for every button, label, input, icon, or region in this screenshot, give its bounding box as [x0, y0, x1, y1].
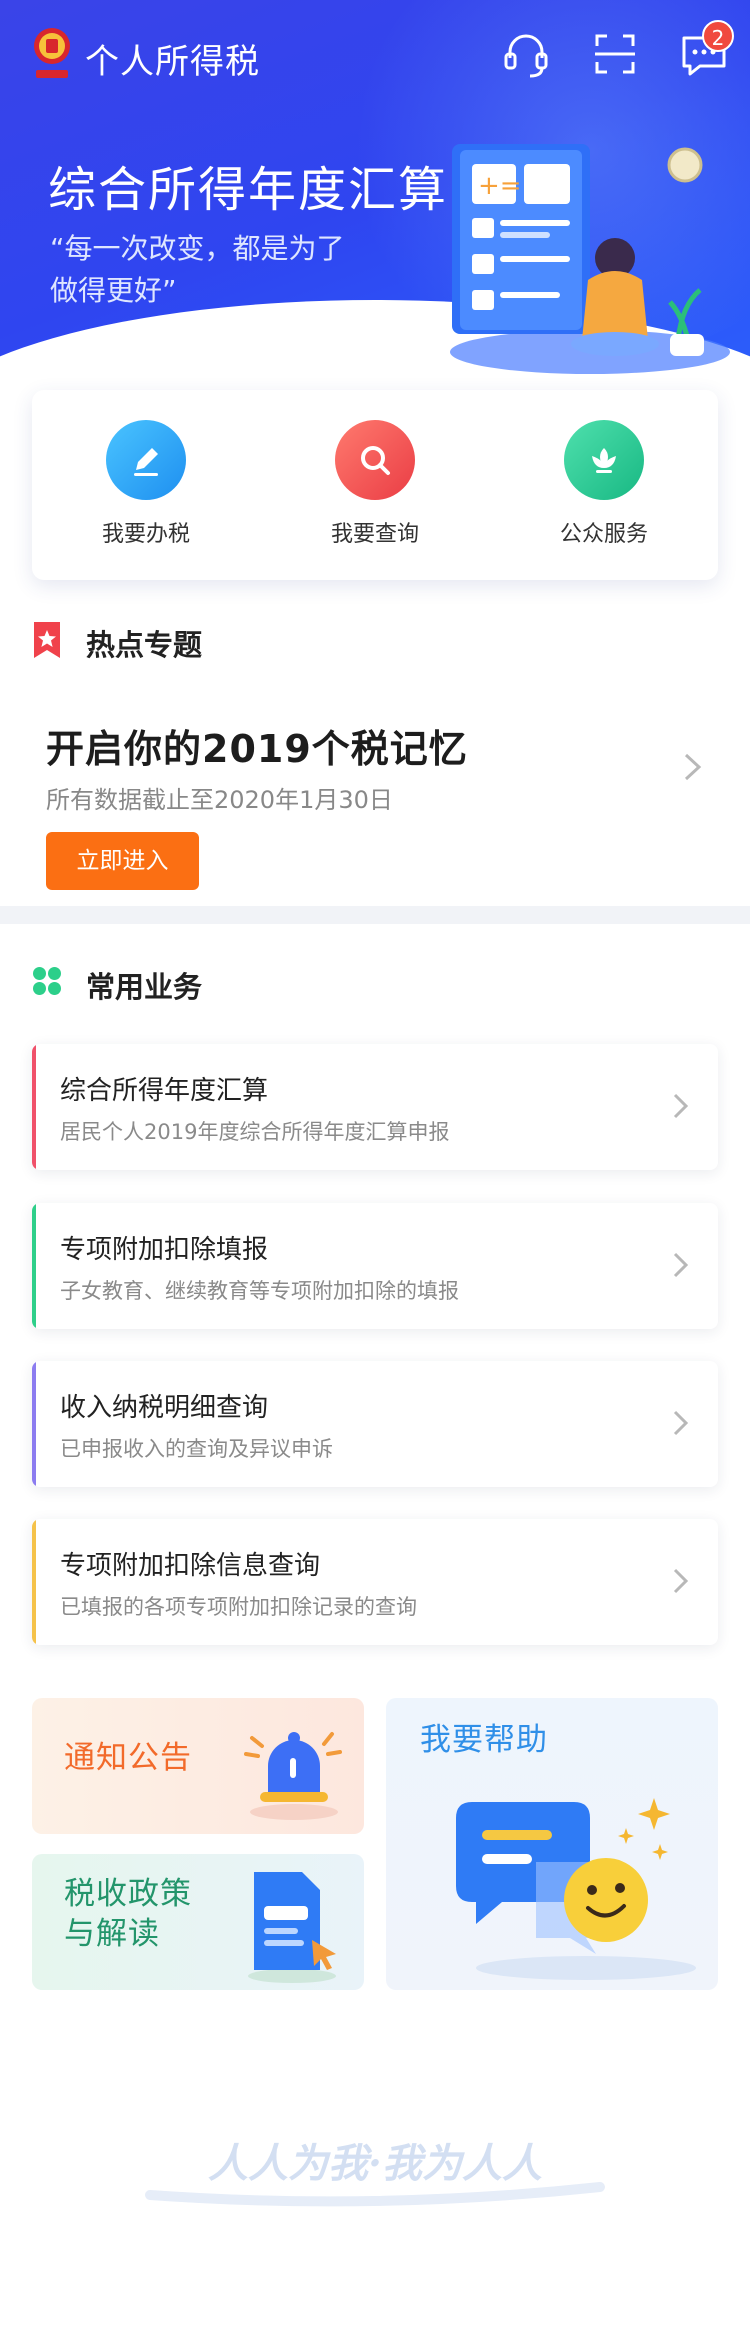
business-item-title: 专项附加扣除填报 — [60, 1235, 269, 1265]
tax-form-illustration: += — [450, 144, 730, 374]
bookmark-star-icon — [34, 622, 60, 658]
business-item-income-tax-query[interactable]: 收入纳税明细查询 已申报收入的查询及异议申诉 — [32, 1361, 718, 1487]
chevron-right-icon — [673, 1568, 689, 1594]
carousel-dot[interactable] — [110, 356, 122, 369]
carousel-dot[interactable] — [132, 356, 144, 369]
tax-policy-tile[interactable]: 税收政策 与解读 — [32, 1854, 364, 1990]
customer-service-icon[interactable] — [498, 26, 554, 82]
accent-bar — [32, 1044, 36, 1170]
quick-action-label: 公众服务 — [559, 522, 648, 547]
quick-action-public-service[interactable]: 公众服务 — [504, 420, 704, 560]
section-title-hot-topics: 热点专题 — [86, 628, 203, 662]
business-item-title: 收入纳税明细查询 — [60, 1393, 269, 1423]
help-tile-title: 我要帮助 — [420, 1722, 548, 1758]
chevron-right-icon — [673, 1093, 689, 1119]
bell-icon — [244, 1732, 342, 1820]
scan-icon[interactable] — [587, 26, 643, 82]
hot-topic-title: 开启你的2019个税记忆 — [46, 727, 468, 771]
hot-topic-subtitle: 所有数据截止至2020年1月30日 — [46, 786, 393, 814]
business-item-desc: 子女教育、继续教育等专项附加扣除的填报 — [60, 1279, 459, 1303]
svg-text:+=: += — [478, 171, 522, 201]
carousel-dot[interactable] — [88, 356, 100, 369]
banner-title: 综合所得年度汇算 — [48, 162, 449, 218]
business-item-special-deduction-filing[interactable]: 专项附加扣除填报 子女教育、继续教育等专项附加扣除的填报 — [32, 1203, 718, 1329]
footer-slogan: 人人为我·我为人人 — [145, 2140, 605, 2207]
quick-action-label: 我要查询 — [330, 522, 419, 547]
accent-bar — [32, 1361, 36, 1487]
tax-policy-tile-title-line1: 税收政策 — [64, 1876, 192, 1912]
notice-tile-title: 通知公告 — [64, 1740, 192, 1776]
business-item-deduction-info-query[interactable]: 专项附加扣除信息查询 已填报的各项专项附加扣除记录的查询 — [32, 1519, 718, 1645]
grid-icon — [33, 967, 61, 995]
quick-action-query[interactable]: 我要查询 — [275, 420, 475, 560]
enter-now-button[interactable]: 立即进入 — [46, 832, 199, 890]
business-item-desc: 已申报收入的查询及异议申诉 — [60, 1437, 333, 1461]
business-item-annual-settlement[interactable]: 综合所得年度汇算 居民个人2019年度综合所得年度汇算申报 — [32, 1044, 718, 1170]
accent-bar — [32, 1203, 36, 1329]
business-item-desc: 居民个人2019年度综合所得年度汇算申报 — [60, 1120, 450, 1144]
business-item-title: 专项附加扣除信息查询 — [60, 1551, 321, 1581]
section-divider — [0, 906, 750, 924]
notice-tile[interactable]: 通知公告 — [32, 1698, 364, 1834]
quick-action-file-tax[interactable]: 我要办税 — [46, 420, 246, 560]
section-title-common-business: 常用业务 — [86, 970, 203, 1004]
business-item-title: 综合所得年度汇算 — [60, 1076, 269, 1106]
lotus-icon — [564, 420, 644, 500]
footer-slogan-text: 人人为我·我为人人 — [208, 2140, 542, 2187]
banner-quote: “每一次改变，都是为了做得更好” — [50, 232, 345, 307]
carousel-indicator[interactable] — [50, 352, 154, 369]
document-icon — [248, 1872, 336, 1983]
chevron-right-icon — [673, 1410, 689, 1436]
help-chat-illustration — [456, 1798, 696, 1980]
business-item-desc: 已填报的各项专项附加扣除记录的查询 — [60, 1595, 417, 1619]
accent-bar — [32, 1519, 36, 1645]
chevron-right-icon — [684, 753, 702, 781]
app-title: 个人所得税 — [85, 42, 260, 82]
help-tile[interactable]: 我要帮助 — [386, 1698, 718, 1990]
search-icon — [335, 420, 415, 500]
quick-action-label: 我要办税 — [101, 522, 190, 547]
tax-policy-tile-title-line2: 与解读 — [64, 1916, 160, 1952]
edit-icon — [106, 420, 186, 500]
carousel-dot-active[interactable] — [50, 356, 78, 369]
chevron-right-icon — [673, 1252, 689, 1278]
tax-emblem-icon — [34, 28, 70, 78]
notification-badge: 2 — [702, 20, 734, 52]
